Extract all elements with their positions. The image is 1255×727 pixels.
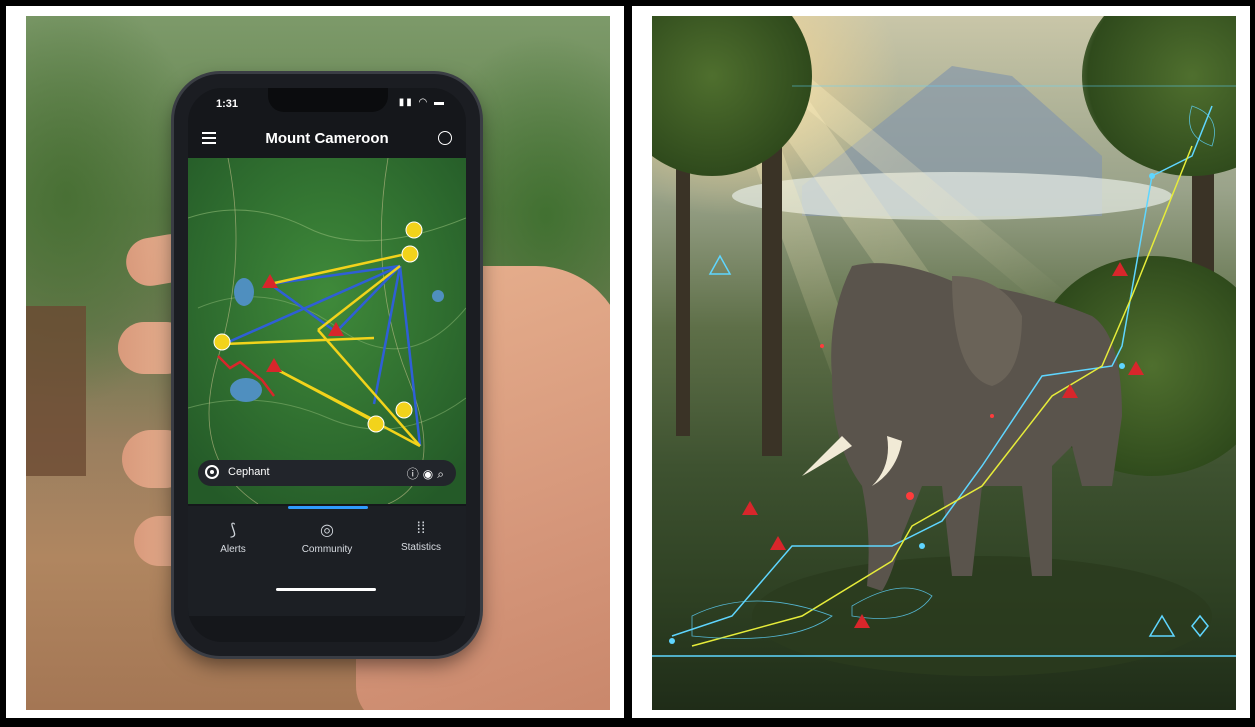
tab-statistics[interactable]: ⁞⁞ Statistics [376, 520, 466, 553]
camera-notch [268, 88, 388, 112]
signal-wifi-battery-icon: ▮▮ ◠ ▬ [398, 97, 446, 108]
search-tool-icons[interactable]: ⓘ◉⌕ [407, 465, 448, 482]
species-search-bar[interactable]: Cephant ⓘ◉⌕ [198, 460, 456, 486]
lake-1 [234, 278, 254, 306]
hut-left [26, 306, 86, 476]
app-title: Mount Cameroon [265, 130, 389, 147]
right-illustration-frame [652, 16, 1236, 710]
active-tab-indicator [288, 506, 368, 509]
tab-statistics-label: Statistics [400, 542, 441, 553]
lake-3 [432, 290, 444, 302]
left-photo-frame: 1:31 ▮▮ ◠ ▬ Mount Cameroon Cephant ⓘ◉⌕ ⟆… [26, 16, 610, 710]
home-indicator[interactable] [276, 588, 376, 591]
target-icon [205, 465, 219, 479]
bottom-tab-bar: ⟆ Alerts ◎ Community ⁞⁞ Statistics [188, 506, 466, 616]
left-photo-panel: 1:31 ▮▮ ◠ ▬ Mount Cameroon Cephant ⓘ◉⌕ ⟆… [6, 6, 624, 718]
satellite-map[interactable] [188, 158, 466, 504]
lake-2 [230, 378, 262, 402]
camera-icon: ◎ [320, 522, 334, 539]
tab-community-label: Community [301, 544, 353, 555]
smartphone: 1:31 ▮▮ ◠ ▬ Mount Cameroon Cephant ⓘ◉⌕ ⟆… [174, 74, 480, 656]
phone-screen: 1:31 ▮▮ ◠ ▬ Mount Cameroon Cephant ⓘ◉⌕ ⟆… [188, 88, 466, 642]
tab-community[interactable]: ◎ Community [282, 520, 372, 555]
location-pin-icon[interactable] [438, 131, 452, 145]
route-icon: ⟆ [229, 522, 237, 539]
hud-warning-icons [708, 254, 1209, 638]
tab-alerts-label: Alerts [220, 544, 246, 555]
search-input-text[interactable]: Cephant [228, 466, 270, 478]
right-illustration-panel [632, 6, 1250, 718]
hud-overlay [652, 85, 1236, 657]
hud-nodes [669, 173, 1155, 644]
hud-red-dots [820, 344, 994, 500]
tab-alerts[interactable]: ⟆ Alerts [188, 520, 278, 555]
grid-icon: ⁞⁞ [416, 520, 426, 537]
status-time: 1:31 [216, 98, 239, 110]
app-header: Mount Cameroon [188, 124, 466, 156]
status-bar: 1:31 ▮▮ ◠ ▬ [188, 88, 466, 114]
